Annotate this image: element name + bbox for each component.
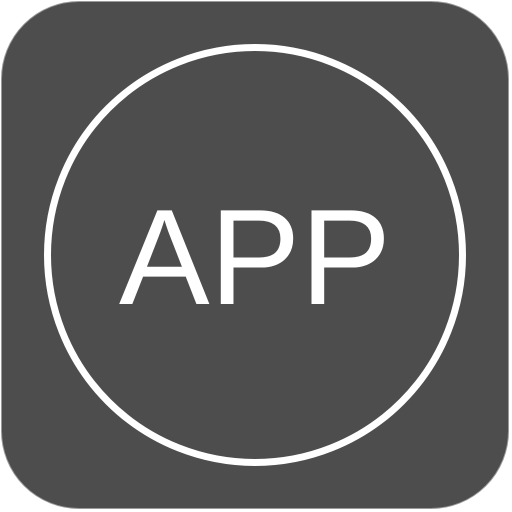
app-icon-label: APP	[118, 181, 392, 333]
app-icon[interactable]: APP	[1, 1, 509, 509]
